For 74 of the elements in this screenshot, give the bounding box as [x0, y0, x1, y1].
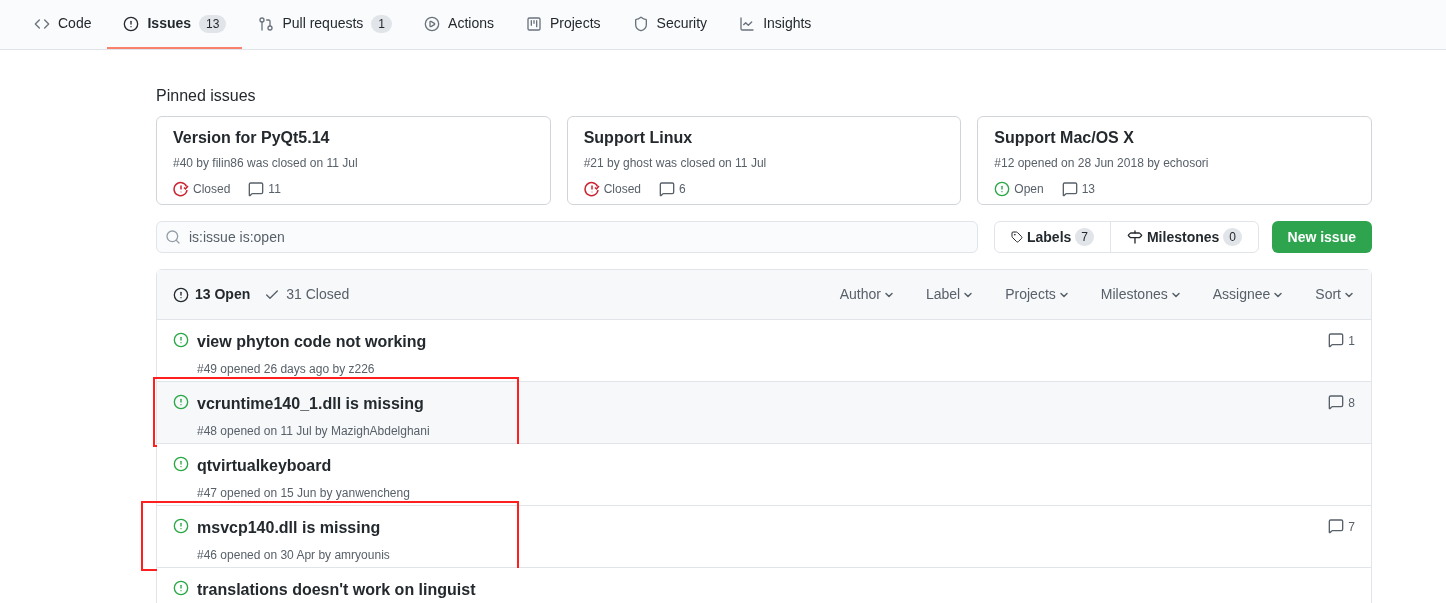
filter-dropdown[interactable]: Author: [839, 284, 895, 305]
open-issue-icon: [173, 456, 189, 472]
repo-tab[interactable]: Actions: [408, 0, 510, 49]
search-icon: [165, 229, 181, 245]
comment-count: 11: [268, 181, 281, 198]
repo-tab[interactable]: Pull requests 1: [242, 0, 409, 49]
closed-issue-icon: [583, 181, 600, 197]
open-issues-filter[interactable]: 13 Open: [173, 284, 251, 305]
comment-icon: [1328, 394, 1345, 410]
search-field[interactable]: is:issue is:open: [156, 221, 978, 253]
comment-count: 1: [1348, 333, 1355, 350]
comment-icon: [1061, 181, 1078, 197]
labels-button[interactable]: Labels 7: [995, 222, 1111, 252]
line-chart-icon: [739, 15, 756, 32]
filter-dropdown[interactable]: Assignee: [1212, 284, 1285, 305]
issue-state: Closed: [193, 181, 231, 198]
issue-title-link[interactable]: msvcp140.dll is missing: [197, 518, 381, 538]
comment-icon: [248, 181, 265, 197]
issue-meta: #47 opened on 15 Jun by yanwencheng: [197, 485, 411, 502]
issue-row[interactable]: vcruntime140_1.dll is missing #48 opened on 11 Jul by MazighAbdelghani 8: [157, 382, 1371, 444]
issue-title-link[interactable]: Support Linux: [583, 128, 945, 148]
milestones-button[interactable]: Milestones 0: [1111, 222, 1258, 252]
issue-meta: #12 opened on 28 Jun 2018 by echosori: [994, 155, 1210, 172]
project-board-icon: [525, 15, 542, 32]
issue-title-link[interactable]: vcruntime140_1.dll is missing: [197, 394, 424, 414]
comment-count: 13: [1081, 181, 1096, 198]
count-badge: 13: [199, 14, 227, 33]
issue-meta: #48 opened on 11 Jul by MazighAbdelghani: [197, 423, 431, 440]
repo-tab[interactable]: Code: [18, 0, 108, 49]
comment-icon: [1328, 518, 1345, 534]
open-issue-icon: [173, 580, 189, 596]
filter-dropdown[interactable]: Sort: [1315, 284, 1355, 305]
issue-title-link[interactable]: Version for PyQt5.14: [173, 128, 534, 148]
count-badge: 1: [371, 14, 393, 33]
play-icon: [424, 15, 441, 32]
section-heading: Pinned issues: [156, 86, 257, 106]
issue-meta: #40 by filin86 was closed on 11 Jul: [173, 155, 359, 172]
comment-count: 7: [1348, 519, 1355, 536]
count-badge: 7: [1075, 228, 1094, 246]
issue-title-link[interactable]: Support Mac/OS X: [994, 128, 1355, 148]
issue-title-link[interactable]: qtvirtualkeyboard: [197, 456, 332, 476]
issue-row[interactable]: qtvirtualkeyboard #47 opened on 15 Jun by yanwencheng: [157, 444, 1371, 506]
issue-meta: #46 opened on 30 Apr by amryounis: [197, 547, 391, 564]
search-input[interactable]: is:issue is:open: [189, 226, 969, 248]
filter-dropdown[interactable]: Projects: [1005, 284, 1070, 305]
open-issue-icon: [173, 394, 189, 410]
issue-title-link[interactable]: translations doesn't work on linguist: [197, 580, 476, 600]
closed-issue-icon: [173, 181, 189, 197]
comment-icon: [659, 181, 675, 197]
filter-dropdown[interactable]: Label: [925, 284, 975, 305]
repo-tab[interactable]: Insights: [723, 0, 828, 49]
count-badge: 0: [1223, 228, 1242, 246]
comment-count: 8: [1348, 395, 1355, 412]
issue-state: Closed: [603, 181, 641, 198]
repo-tab[interactable]: Projects: [509, 0, 617, 49]
closed-issues-filter[interactable]: 31 Closed: [264, 284, 350, 305]
issue-icon: [173, 286, 189, 303]
open-issue-icon: [173, 332, 189, 348]
repo-tab[interactable]: Issues 13: [107, 0, 243, 49]
issue-meta: #21 by ghost was closed on 11 Jul: [583, 155, 768, 172]
pull-request-icon: [258, 15, 275, 32]
comment-icon: [1328, 332, 1345, 348]
issue-state: Open: [1014, 181, 1044, 198]
shield-icon: [632, 15, 649, 32]
signpost-icon: [1127, 229, 1143, 245]
repo-tab[interactable]: Security: [616, 0, 724, 49]
issue-title-link[interactable]: view phyton code not working: [197, 332, 427, 352]
open-issue-icon: [994, 181, 1011, 197]
issue-icon: [123, 15, 140, 32]
tag-icon: [1011, 229, 1023, 245]
open-issue-icon: [173, 518, 189, 534]
comment-count: 6: [679, 181, 686, 198]
filter-dropdown[interactable]: Milestones: [1100, 284, 1182, 305]
issue-meta: #49 opened 26 days ago by z226: [197, 361, 376, 378]
